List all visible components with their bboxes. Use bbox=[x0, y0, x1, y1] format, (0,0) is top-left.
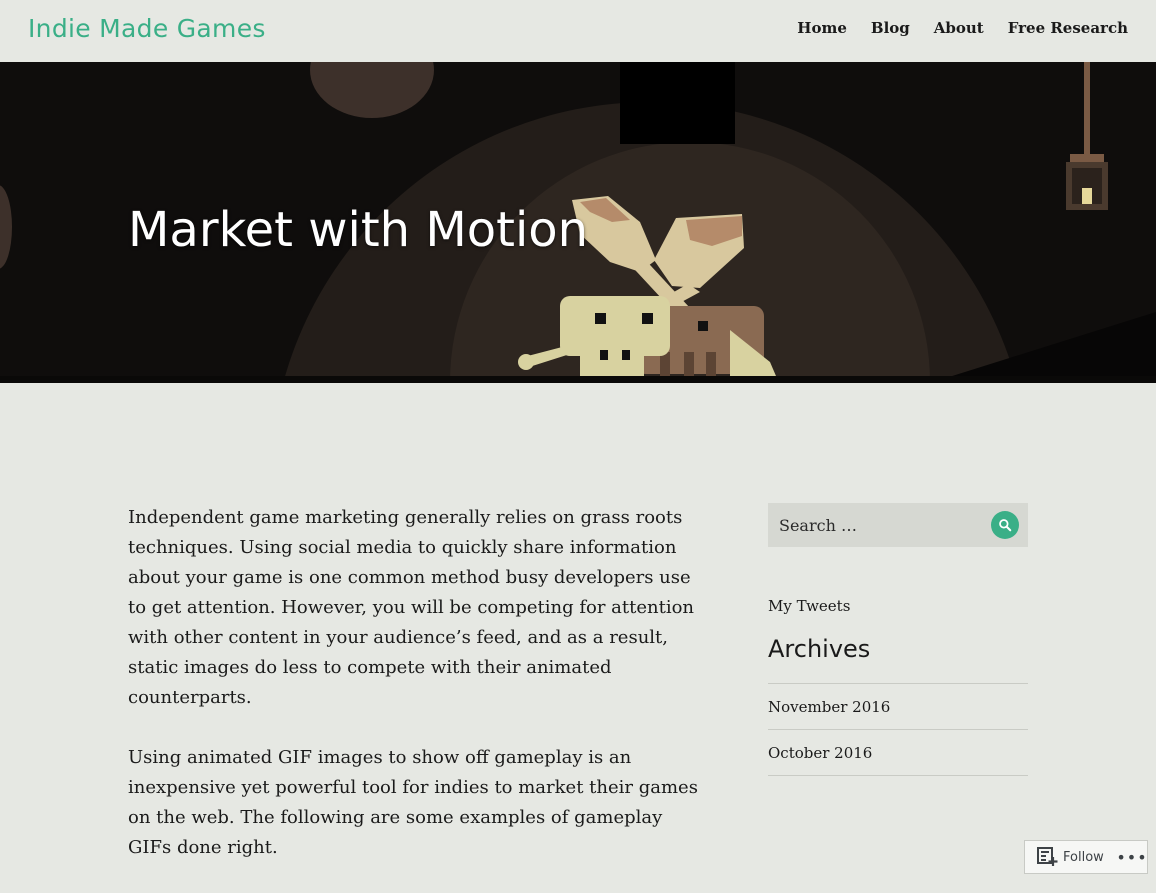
archive-item: October 2016 bbox=[768, 730, 1028, 776]
ellipsis-icon[interactable]: ••• bbox=[1116, 842, 1147, 872]
archives-list: November 2016 October 2016 bbox=[768, 683, 1028, 776]
article-paragraph: Using animated GIF images to show off ga… bbox=[128, 747, 698, 858]
site-header: Indie Made Games Home Blog About Free Re… bbox=[0, 0, 1156, 62]
site-title[interactable]: Indie Made Games bbox=[28, 14, 266, 43]
follow-button[interactable]: Follow bbox=[1037, 847, 1104, 867]
archive-item: November 2016 bbox=[768, 684, 1028, 730]
nav-about[interactable]: About bbox=[934, 19, 984, 37]
search-button[interactable] bbox=[991, 511, 1019, 539]
my-tweets-link[interactable]: My Tweets bbox=[768, 597, 1028, 615]
reader-follow-icon bbox=[1037, 847, 1058, 866]
archive-link-november-2016[interactable]: November 2016 bbox=[768, 698, 890, 716]
search-form bbox=[768, 503, 1028, 547]
article-paragraph: Independent game marketing generally rel… bbox=[128, 507, 695, 708]
nav-blog[interactable]: Blog bbox=[871, 19, 910, 37]
search-input[interactable] bbox=[768, 503, 988, 547]
nav-home[interactable]: Home bbox=[797, 19, 847, 37]
nav-free-research[interactable]: Free Research bbox=[1008, 19, 1128, 37]
sidebar: My Tweets Archives November 2016 October… bbox=[768, 503, 1028, 776]
archives-heading: Archives bbox=[768, 635, 871, 663]
page-title: Market with Motion bbox=[128, 202, 589, 258]
article-content: Independent game marketing generally rel… bbox=[128, 503, 708, 893]
archive-link-october-2016[interactable]: October 2016 bbox=[768, 744, 872, 762]
search-icon bbox=[999, 519, 1012, 532]
follow-widget: Follow ••• bbox=[1024, 840, 1148, 874]
hero-banner: Market with Motion bbox=[0, 62, 1156, 383]
follow-label: Follow bbox=[1063, 849, 1104, 865]
main-nav: Home Blog About Free Research bbox=[797, 19, 1128, 37]
